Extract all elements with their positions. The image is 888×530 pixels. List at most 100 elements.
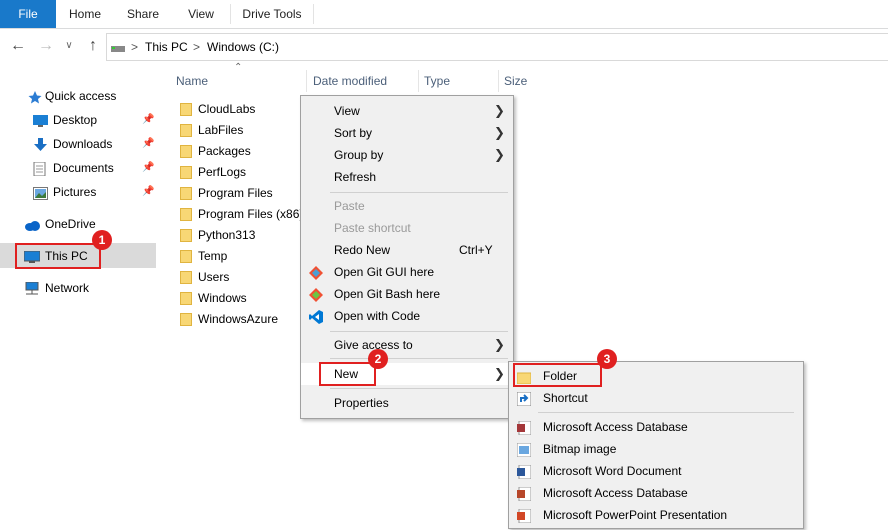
git-icon — [309, 265, 323, 280]
star-icon — [28, 89, 42, 104]
column-divider[interactable] — [418, 70, 419, 92]
cloud-icon — [24, 217, 40, 231]
nav-quick-access[interactable]: Quick access — [0, 85, 156, 107]
nav-item-network[interactable]: Network — [0, 277, 156, 299]
folder-name: Temp — [198, 249, 228, 263]
menu-label: Paste — [334, 199, 365, 213]
submenu-item-access-database-2[interactable]: Microsoft Access Database — [509, 482, 803, 504]
list-item-folder[interactable]: LabFiles — [180, 120, 300, 141]
list-item-folder[interactable]: CloudLabs — [180, 99, 300, 120]
menu-separator — [330, 331, 508, 332]
menu-label: Bitmap image — [543, 442, 617, 456]
tab-home[interactable]: Home — [56, 0, 114, 28]
tab-drive-tools[interactable]: Drive Tools — [231, 0, 313, 28]
column-divider[interactable] — [498, 70, 499, 92]
list-item-folder[interactable]: PerfLogs — [180, 162, 300, 183]
submenu-item-shortcut[interactable]: Shortcut — [509, 387, 803, 409]
menu-label: Properties — [334, 396, 389, 410]
folder-icon — [180, 145, 192, 158]
breadcrumb-windows-c[interactable]: Windows (C:) — [207, 34, 279, 60]
list-item-folder[interactable]: WindowsAzure — [180, 309, 300, 330]
nav-label: OneDrive — [45, 217, 96, 231]
menu-label: Open Git GUI here — [334, 265, 435, 279]
menu-label: Microsoft Access Database — [543, 420, 688, 434]
list-item-folder[interactable]: Packages — [180, 141, 300, 162]
network-icon — [24, 281, 39, 295]
nav-label: Quick access — [45, 89, 117, 103]
column-header-name[interactable]: Name — [176, 72, 208, 90]
nav-item-desktop[interactable]: Desktop 📌 — [0, 109, 156, 131]
folder-name: LabFiles — [198, 123, 244, 137]
menu-item-open-git-bash[interactable]: Open Git Bash here — [301, 283, 513, 305]
nav-label: Network — [45, 281, 90, 295]
up-arrow-icon[interactable]: ↑ — [84, 29, 102, 63]
list-item-folder[interactable]: Program Files — [180, 183, 300, 204]
desktop-icon — [33, 113, 48, 127]
bitmap-icon — [516, 442, 532, 458]
breadcrumb-this-pc[interactable]: This PC — [145, 34, 188, 60]
recent-locations-chevron-icon[interactable]: ∨ — [62, 29, 76, 63]
highlight-box-folder — [513, 363, 602, 387]
menu-item-give-access[interactable]: Give access to ❯ — [301, 334, 513, 356]
tab-share[interactable]: Share — [114, 0, 172, 28]
menu-label: Microsoft Word Document — [543, 464, 682, 478]
column-header-size[interactable]: Size — [504, 72, 527, 90]
menu-label: Microsoft Access Database — [543, 486, 688, 500]
forward-arrow-icon[interactable]: → — [36, 29, 56, 63]
menu-item-view[interactable]: View ❯ — [301, 100, 513, 122]
menu-item-paste-shortcut[interactable]: Paste shortcut — [301, 217, 513, 239]
folder-name: Program Files — [198, 186, 273, 200]
folder-name: Program Files (x86) — [198, 207, 304, 221]
column-header-type[interactable]: Type — [424, 72, 450, 90]
tab-file[interactable]: File — [0, 0, 56, 28]
nav-item-onedrive[interactable]: OneDrive — [0, 213, 156, 235]
highlight-box-new — [319, 362, 376, 386]
column-divider[interactable] — [306, 70, 307, 92]
folder-name: Packages — [198, 144, 251, 158]
address-row: ← → ∨ ↑ > This PC > Windows (C:) — [0, 29, 888, 63]
crumb-separator: > — [131, 40, 139, 54]
drive-icon — [111, 42, 125, 52]
menu-separator — [330, 192, 508, 193]
pin-icon: 📌 — [142, 186, 155, 197]
nav-item-pictures[interactable]: Pictures 📌 — [0, 181, 156, 203]
menu-item-refresh[interactable]: Refresh — [301, 166, 513, 188]
menu-item-redo-new[interactable]: Redo New Ctrl+Y — [301, 239, 513, 261]
menu-item-open-git-gui[interactable]: Open Git GUI here — [301, 261, 513, 283]
folder-name: CloudLabs — [198, 102, 256, 116]
sort-ascending-chevron-icon: ⌃ — [234, 62, 243, 73]
nav-item-documents[interactable]: Documents 📌 — [0, 157, 156, 179]
menu-item-paste[interactable]: Paste — [301, 195, 513, 217]
nav-item-downloads[interactable]: Downloads 📌 — [0, 133, 156, 155]
menu-label: Open Git Bash here — [334, 287, 441, 301]
submenu-item-bitmap[interactable]: Bitmap image — [509, 438, 803, 460]
address-bar[interactable]: > This PC > Windows (C:) — [106, 33, 888, 61]
step-badge-2: 2 — [368, 349, 388, 369]
access-icon — [517, 420, 532, 436]
menu-item-sort-by[interactable]: Sort by ❯ — [301, 122, 513, 144]
pictures-icon — [33, 185, 48, 200]
list-item-folder[interactable]: Windows — [180, 288, 300, 309]
folder-icon — [180, 229, 192, 242]
nav-label: Desktop — [53, 113, 98, 127]
back-arrow-icon[interactable]: ← — [8, 29, 28, 63]
list-item-folder[interactable]: Temp — [180, 246, 300, 267]
menu-label: Refresh — [334, 170, 377, 184]
list-item-folder[interactable]: Users — [180, 267, 300, 288]
step-badge-1: 1 — [92, 230, 112, 250]
menu-item-properties[interactable]: Properties — [301, 392, 513, 414]
nav-label: Downloads — [53, 137, 113, 151]
submenu-item-word[interactable]: Microsoft Word Document — [509, 460, 803, 482]
submenu-item-access-database[interactable]: Microsoft Access Database — [509, 416, 803, 438]
chevron-right-icon: ❯ — [494, 103, 505, 118]
column-header-date-modified[interactable]: Date modified — [313, 72, 387, 90]
documents-icon — [33, 161, 47, 177]
powerpoint-icon — [517, 508, 532, 524]
folder-name: Users — [198, 270, 230, 284]
menu-item-group-by[interactable]: Group by ❯ — [301, 144, 513, 166]
folder-icon — [180, 187, 192, 200]
menu-item-open-with-code[interactable]: Open with Code — [301, 305, 513, 327]
tab-view[interactable]: View — [172, 0, 230, 28]
list-item-folder[interactable]: Python313 — [180, 225, 300, 246]
list-item-folder[interactable]: Program Files (x86) — [180, 204, 304, 225]
